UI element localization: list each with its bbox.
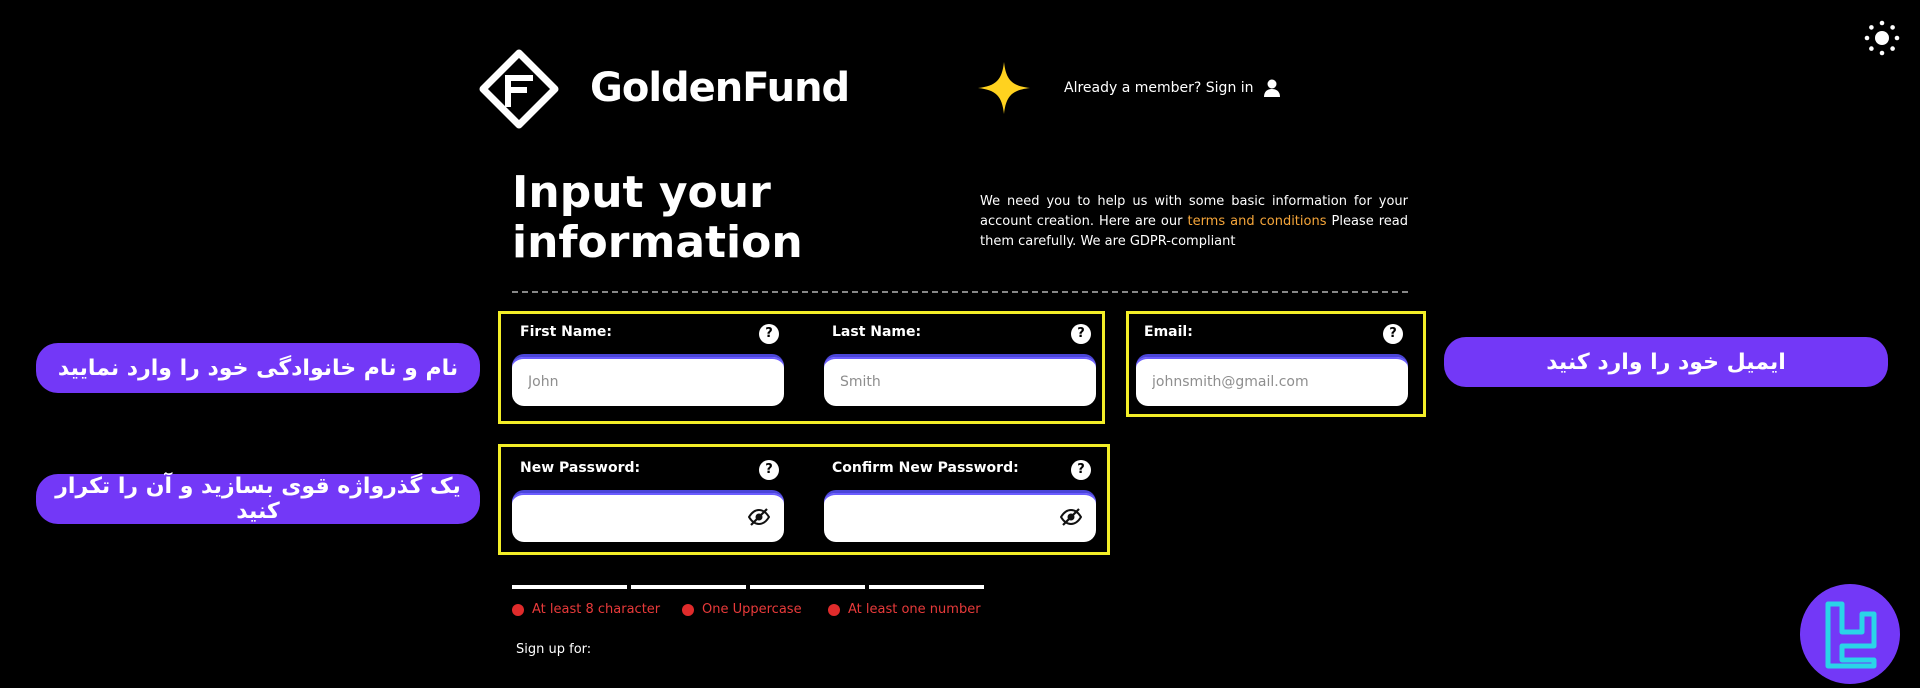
eye-off-icon[interactable] bbox=[1060, 507, 1082, 527]
last-name-field-box bbox=[824, 354, 1096, 406]
confirm-password-label: Confirm New Password: bbox=[832, 460, 1019, 476]
confirm-password-field-box bbox=[824, 490, 1096, 542]
rule-text: At least 8 character bbox=[532, 602, 661, 617]
annotation-names: نام و نام خانوادگی خود را وارد نمایید bbox=[36, 343, 480, 393]
eye-off-icon[interactable] bbox=[748, 507, 770, 527]
last-name-label: Last Name: bbox=[832, 324, 922, 340]
brand-name[interactable]: GoldenFund bbox=[590, 62, 850, 114]
password-rule: At least one number bbox=[828, 600, 981, 620]
sparkle-icon bbox=[978, 62, 1030, 114]
title-line-1: Input your bbox=[512, 167, 771, 218]
goldenfund-logo-icon[interactable] bbox=[478, 48, 560, 130]
watermark-logo-icon bbox=[1825, 601, 1877, 669]
rule-text: One Uppercase bbox=[702, 602, 802, 617]
strength-bar bbox=[512, 585, 627, 589]
watermark-badge bbox=[1800, 584, 1900, 684]
rule-status-dot bbox=[682, 604, 694, 616]
rule-status-dot bbox=[512, 604, 524, 616]
email-field-box bbox=[1136, 354, 1408, 406]
sign-in-link[interactable]: Already a member? Sign in bbox=[1064, 76, 1282, 100]
rule-text: At least one number bbox=[848, 602, 981, 617]
first-name-help-icon[interactable]: ? bbox=[759, 324, 779, 344]
email-label: Email: bbox=[1144, 324, 1193, 340]
sign-up-for-label: Sign up for: bbox=[516, 642, 592, 657]
rule-status-dot bbox=[828, 604, 840, 616]
strength-bar bbox=[631, 585, 746, 589]
confirm-password-help-icon[interactable]: ? bbox=[1071, 460, 1091, 480]
sign-in-text[interactable]: Already a member? Sign in bbox=[1064, 76, 1254, 100]
annotation-email: ایمیل خود را وارد کنید bbox=[1444, 337, 1888, 387]
annotation-password: یک گذرواژه قوی بسازید و آن را تکرار کنید bbox=[36, 474, 480, 524]
password-rule: One Uppercase bbox=[682, 600, 802, 620]
password-rule: At least 8 character bbox=[512, 600, 660, 620]
first-name-field-box bbox=[512, 354, 784, 406]
title-line-2: information bbox=[512, 217, 803, 268]
strength-bar bbox=[869, 585, 984, 589]
sun-icon[interactable] bbox=[1864, 20, 1900, 56]
strength-bar bbox=[750, 585, 865, 589]
email-input[interactable] bbox=[1136, 357, 1408, 406]
new-password-input[interactable] bbox=[512, 493, 784, 542]
new-password-field-box bbox=[512, 490, 784, 542]
user-icon[interactable] bbox=[1262, 78, 1282, 98]
new-password-help-icon[interactable]: ? bbox=[759, 460, 779, 480]
new-password-label: New Password: bbox=[520, 460, 641, 476]
section-divider bbox=[512, 291, 1408, 293]
first-name-label: First Name: bbox=[520, 324, 613, 340]
intro-text: We need you to help us with some basic i… bbox=[980, 192, 1408, 252]
first-name-input[interactable] bbox=[512, 357, 784, 406]
confirm-password-input[interactable] bbox=[824, 493, 1096, 542]
email-help-icon[interactable]: ? bbox=[1383, 324, 1403, 344]
last-name-help-icon[interactable]: ? bbox=[1071, 324, 1091, 344]
page-title: Input your information bbox=[512, 168, 803, 268]
terms-link[interactable]: terms and conditions bbox=[1187, 214, 1326, 229]
last-name-input[interactable] bbox=[824, 357, 1096, 406]
